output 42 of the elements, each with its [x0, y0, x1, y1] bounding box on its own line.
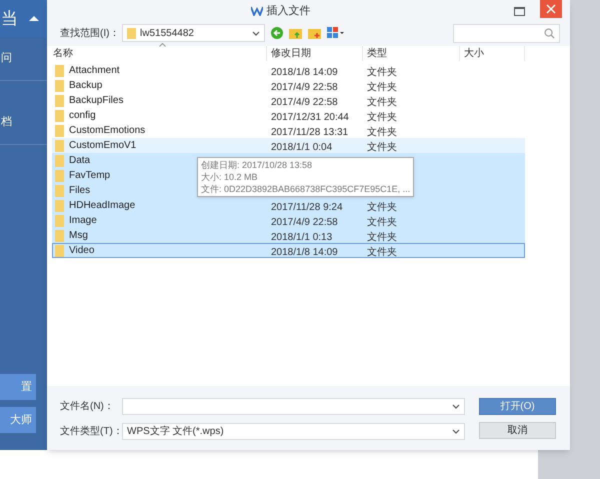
- file-name: config: [69, 109, 96, 123]
- modified-date: 2017/11/28 13:31: [271, 126, 348, 138]
- file-type: 文件夹: [367, 142, 397, 152]
- file-type: 文件夹: [367, 126, 397, 138]
- modified-date: 2017/4/9 22:58: [271, 82, 338, 92]
- file-name: Msg: [69, 229, 88, 243]
- file-name: CustomEmotions: [69, 124, 146, 138]
- modified-date: 2017/12/31 20:44: [271, 112, 349, 122]
- tooltip-line: 创建日期: 2017/10/28 13:58: [201, 159, 314, 171]
- file-type: 文件夹: [367, 66, 397, 78]
- dialog-title: 插入文件: [266, 4, 310, 19]
- file-name: Backup: [69, 79, 102, 93]
- modified-date: 2017/11/28 9:24: [271, 202, 343, 212]
- file-name: CustomEmoV1: [69, 139, 136, 153]
- file-type: 文件夹: [367, 112, 397, 122]
- look-in-label: 查找范围(I)：: [60, 26, 120, 40]
- look-in-value: lw51554482: [140, 26, 195, 40]
- modified-date: 2017/4/9 22:58: [271, 96, 338, 108]
- file-type: 文件夹: [367, 216, 397, 228]
- file-name: Files: [69, 184, 90, 198]
- file-type: 文件夹: [367, 82, 397, 92]
- app-title: 当: [1, 8, 18, 30]
- tooltip-line: 大小: 10.2 MB: [201, 171, 259, 183]
- file-type: 文件夹: [367, 232, 397, 242]
- file-name: BackupFiles: [69, 94, 124, 108]
- file-name: Video: [69, 244, 94, 258]
- modified-date: 2018/1/8 14:09: [271, 246, 338, 258]
- file-name: Data: [69, 154, 90, 168]
- modified-date: 2017/4/9 22:58: [271, 216, 338, 228]
- file-name: HDHeadImage: [69, 199, 136, 213]
- field-label: 文件类型(T)：: [60, 424, 122, 439]
- file-type: 文件夹: [367, 246, 397, 258]
- file-name: Image: [69, 214, 97, 228]
- file-type: 文件夹: [367, 202, 397, 212]
- modified-date: 2018/1/1 0:13: [271, 232, 332, 242]
- file-type: 文件夹: [367, 96, 397, 108]
- modified-date: 2018/1/8 14:09: [271, 66, 338, 78]
- field-label: 文件名(N)：: [60, 400, 115, 414]
- file-name: FavTemp: [69, 169, 110, 183]
- tooltip-line: 文件: 0D22D3892BAB668738FC395CF7E95C1E, ...: [201, 183, 410, 195]
- modified-date: 2018/1/1 0:04: [271, 142, 332, 152]
- file-name: Attachment: [69, 64, 120, 78]
